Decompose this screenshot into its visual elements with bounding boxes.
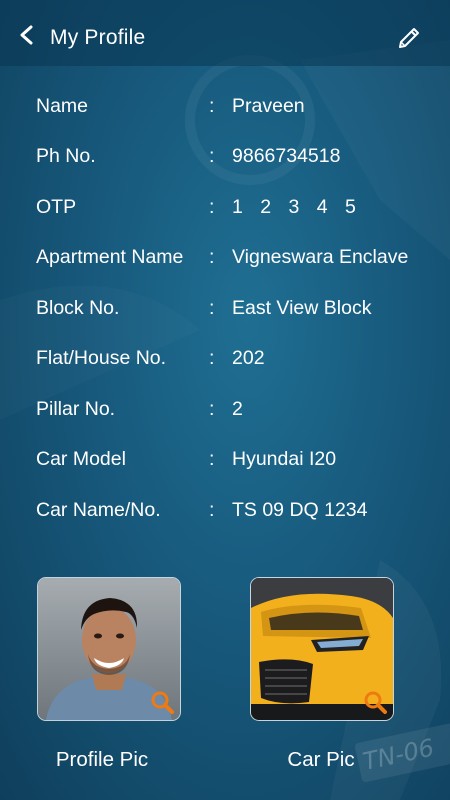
detail-separator: : (209, 95, 215, 117)
detail-label: Apartment Name (36, 246, 184, 268)
detail-value: 202 (232, 347, 265, 369)
detail-row-apartment: Apartment Name : Vigneswara Enclave (0, 241, 450, 271)
detail-label: Flat/House No. (36, 347, 167, 369)
detail-value: Praveen (232, 95, 305, 117)
detail-separator: : (209, 196, 215, 218)
detail-value: 2 (232, 398, 243, 420)
chevron-left-icon[interactable] (16, 24, 38, 46)
detail-label: Car Model (36, 448, 126, 470)
detail-value: Vigneswara Enclave (232, 246, 409, 268)
car-pic-thumbnail[interactable] (250, 577, 394, 721)
detail-label: Ph No. (36, 145, 96, 167)
detail-value: TS 09 DQ 1234 (232, 499, 368, 521)
detail-separator: : (209, 448, 215, 470)
detail-value: Hyundai I20 (232, 448, 337, 470)
detail-value: East View Block (232, 297, 372, 319)
detail-row-name: Name : Praveen (0, 90, 450, 120)
car-pic-label: Car Pic (287, 748, 355, 771)
magnifier-icon[interactable] (150, 690, 174, 714)
detail-value: 9866734518 (232, 145, 341, 167)
detail-row-car-model: Car Model : Hyundai I20 (0, 443, 450, 473)
detail-row-block: Block No. : East View Block (0, 292, 450, 322)
detail-separator: : (209, 398, 215, 420)
detail-separator: : (209, 145, 215, 167)
pencil-icon[interactable] (396, 25, 422, 51)
detail-separator: : (209, 297, 215, 319)
detail-row-car-number: Car Name/No. : TS 09 DQ 1234 (0, 494, 450, 524)
detail-separator: : (209, 347, 215, 369)
detail-row-otp: OTP : 1 2 3 4 5 (0, 191, 450, 221)
detail-label: Car Name/No. (36, 499, 161, 521)
page-title: My Profile (50, 26, 146, 49)
detail-label: Pillar No. (36, 398, 116, 420)
detail-row-flat: Flat/House No. : 202 (0, 342, 450, 372)
detail-label: OTP (36, 196, 77, 218)
detail-separator: : (209, 246, 215, 268)
detail-label: Block No. (36, 297, 120, 319)
detail-row-pillar: Pillar No. : 2 (0, 393, 450, 423)
detail-separator: : (209, 499, 215, 521)
magnifier-icon[interactable] (363, 690, 387, 714)
detail-value: 1 2 3 4 5 (232, 196, 362, 218)
profile-pic-thumbnail[interactable] (37, 577, 181, 721)
detail-row-phone: Ph No. : 9866734518 (0, 140, 450, 170)
app-header: My Profile (0, 0, 450, 66)
profile-pic-label: Profile Pic (55, 748, 149, 771)
detail-label: Name (36, 95, 89, 117)
